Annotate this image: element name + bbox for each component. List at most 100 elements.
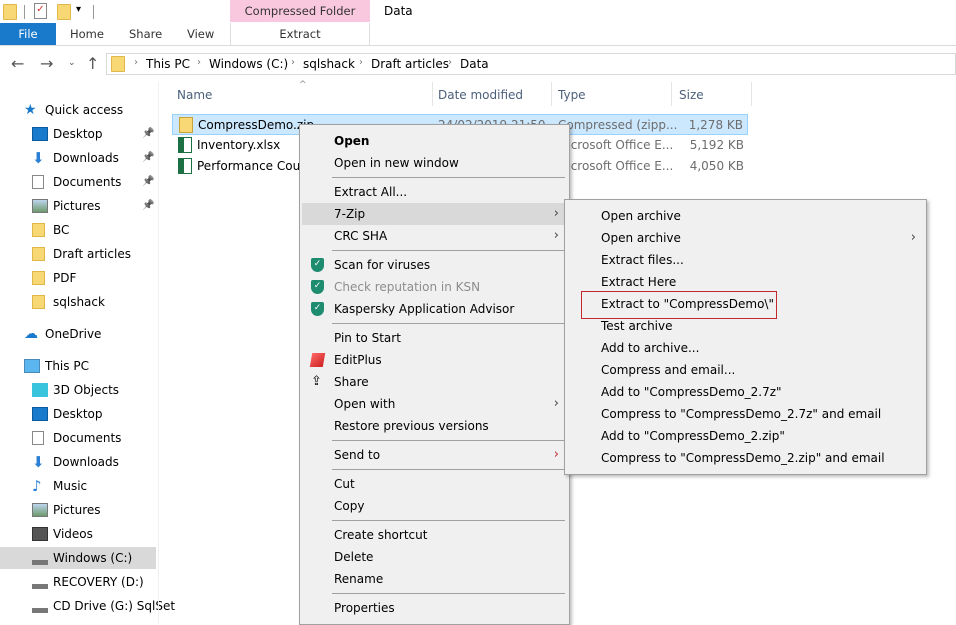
tab-view[interactable]: View (187, 23, 214, 45)
sidebar-item-label: Quick access (45, 103, 124, 117)
breadcrumb-item[interactable]: Windows (C:) (209, 57, 288, 71)
drive-icon (32, 551, 48, 565)
chevron-right-icon[interactable]: › (134, 57, 138, 68)
menu-item-extract-files[interactable]: Extract files... (567, 249, 924, 271)
menu-item-crc-sha[interactable]: CRC SHA › (302, 225, 567, 247)
sidebar-item-label: CD Drive (G:) SqlSet (53, 599, 176, 613)
recent-locations-chevron-icon[interactable]: ⌄ (68, 58, 76, 68)
divider[interactable] (551, 82, 552, 106)
sidebar-item[interactable]: CD Drive (G:) SqlSet (0, 595, 175, 617)
divider[interactable] (432, 82, 433, 106)
menu-item-compress-to-compressdemo-2-7z-and-email[interactable]: Compress to "CompressDemo_2.7z" and emai… (567, 403, 924, 425)
menu-item-label: Copy (334, 499, 365, 513)
pin-icon[interactable]: 📌 (142, 147, 154, 169)
menu-item-label: Compress and email... (601, 363, 736, 377)
tab-extract[interactable]: Extract (230, 23, 370, 45)
sidebar-item[interactable]: RECOVERY (D:) (0, 571, 156, 593)
back-arrow-icon[interactable]: ← (11, 54, 24, 73)
sidebar-item[interactable]: Documents (0, 427, 156, 449)
new-folder-icon[interactable] (57, 4, 71, 20)
menu-item-extract-all[interactable]: Extract All... (302, 181, 567, 203)
menu-item-compress-to-compressdemo-2-zip-and-email[interactable]: Compress to "CompressDemo_2.zip" and ema… (567, 447, 924, 469)
sidebar-item[interactable]: Pictures (0, 499, 156, 521)
menu-item-scan-for-viruses[interactable]: Scan for viruses ✓ (302, 254, 567, 276)
menu-item-open-archive[interactable]: Open archive (567, 205, 924, 227)
breadcrumb-item[interactable]: Draft articles (371, 57, 449, 71)
chevron-right-icon[interactable]: › (448, 57, 452, 68)
sidebar-item[interactable]: Pictures 📌 (0, 195, 156, 217)
sidebar-item[interactable]: Desktop (0, 403, 156, 425)
menu-item-delete[interactable]: Delete (302, 546, 567, 568)
menu-item-restore-previous-versions[interactable]: Restore previous versions (302, 415, 567, 437)
sidebar-item[interactable]: Desktop 📌 (0, 123, 156, 145)
menu-item-add-to-compressdemo-2-7z[interactable]: Add to "CompressDemo_2.7z" (567, 381, 924, 403)
sidebar-item[interactable]: ★ Quick access (0, 99, 156, 121)
breadcrumb-item[interactable]: This PC (146, 57, 190, 71)
menu-item-share[interactable]: Share ⇪ (302, 371, 567, 393)
column-header-name[interactable]: Name (177, 88, 212, 102)
sidebar-item[interactable]: Documents 📌 (0, 171, 156, 193)
download-icon: ⬇ (32, 149, 45, 167)
divider[interactable] (751, 82, 752, 106)
folder-icon (32, 223, 45, 237)
menu-item-open[interactable]: Open (302, 130, 567, 152)
menu-item-kaspersky-application-advisor[interactable]: Kaspersky Application Advisor ✓ (302, 298, 567, 320)
kaspersky-shield-icon: ✓ (311, 280, 324, 294)
menu-item-editplus[interactable]: EditPlus (302, 349, 567, 371)
chevron-right-icon[interactable]: › (359, 57, 363, 68)
sidebar-item[interactable]: BC (0, 219, 156, 241)
menu-item-pin-to-start[interactable]: Pin to Start (302, 327, 567, 349)
menu-item-properties[interactable]: Properties (302, 597, 567, 619)
chevron-right-icon[interactable]: › (197, 57, 201, 68)
column-header-size[interactable]: Size (679, 88, 704, 102)
menu-item-create-shortcut[interactable]: Create shortcut (302, 524, 567, 546)
menu-item-rename[interactable]: Rename (302, 568, 567, 590)
tab-file[interactable]: File (0, 23, 56, 45)
forward-arrow-icon[interactable]: → (40, 54, 53, 73)
pin-icon[interactable]: 📌 (142, 123, 154, 145)
divider[interactable] (671, 82, 672, 106)
seven-zip-submenu: Open archive Open archive › Extract files..… (564, 199, 927, 475)
menu-item-cut[interactable]: Cut (302, 473, 567, 495)
sidebar-item[interactable]: 3D Objects (0, 379, 156, 401)
menu-item-open-archive[interactable]: Open archive › (567, 227, 924, 249)
menu-item-add-to-compressdemo-2-zip[interactable]: Add to "CompressDemo_2.zip" (567, 425, 924, 447)
sidebar-item[interactable]: sqlshack (0, 291, 156, 313)
pin-icon[interactable]: 📌 (142, 171, 154, 193)
menu-item-add-to-archive[interactable]: Add to archive... (567, 337, 924, 359)
breadcrumb-item[interactable]: Data (460, 57, 489, 71)
sidebar-item[interactable]: Draft articles (0, 243, 156, 265)
sidebar-item[interactable]: ⬇ Downloads (0, 451, 156, 473)
customize-toolbar-icon[interactable]: ▾ (76, 4, 81, 15)
folder-icon[interactable] (3, 4, 17, 20)
menu-item-open-with[interactable]: Open with › (302, 393, 567, 415)
menu-item-send-to[interactable]: Send to › (302, 444, 567, 466)
menu-item-check-reputation-in-ksn[interactable]: Check reputation in KSN ✓ (302, 276, 567, 298)
folder-icon (32, 295, 45, 309)
sidebar-item[interactable]: PDF (0, 267, 156, 289)
menu-item-compress-and-email[interactable]: Compress and email... (567, 359, 924, 381)
sidebar-item[interactable]: ☁ OneDrive (0, 323, 156, 345)
menu-item-open-in-new-window[interactable]: Open in new window (302, 152, 567, 174)
sidebar-item-label: OneDrive (45, 327, 102, 341)
menu-item-copy[interactable]: Copy (302, 495, 567, 517)
sidebar-item[interactable]: ⬇ Downloads 📌 (0, 147, 156, 169)
pin-icon[interactable]: 📌 (142, 195, 154, 217)
properties-icon[interactable]: ✓ (34, 3, 47, 19)
breadcrumb-item[interactable]: sqlshack (303, 57, 355, 71)
tab-share[interactable]: Share (129, 23, 162, 45)
menu-separator (302, 247, 567, 254)
menu-item-label: Delete (334, 550, 374, 564)
sidebar-item[interactable]: This PC (0, 355, 156, 377)
sidebar-item[interactable]: Videos (0, 523, 156, 545)
up-arrow-icon[interactable]: ↑ (86, 54, 99, 73)
sidebar-item[interactable]: Windows (C:) (0, 547, 156, 569)
chevron-right-icon[interactable]: › (291, 57, 295, 68)
tab-home[interactable]: Home (70, 23, 104, 45)
column-header-type[interactable]: Type (558, 88, 586, 102)
column-header-date[interactable]: Date modified (438, 88, 523, 102)
menu-item-label: Add to archive... (601, 341, 700, 355)
sidebar-item[interactable]: ♪ Music (0, 475, 156, 497)
menu-item-extract-here[interactable]: Extract Here (567, 271, 924, 293)
menu-item-7-zip[interactable]: 7-Zip › (302, 203, 567, 225)
